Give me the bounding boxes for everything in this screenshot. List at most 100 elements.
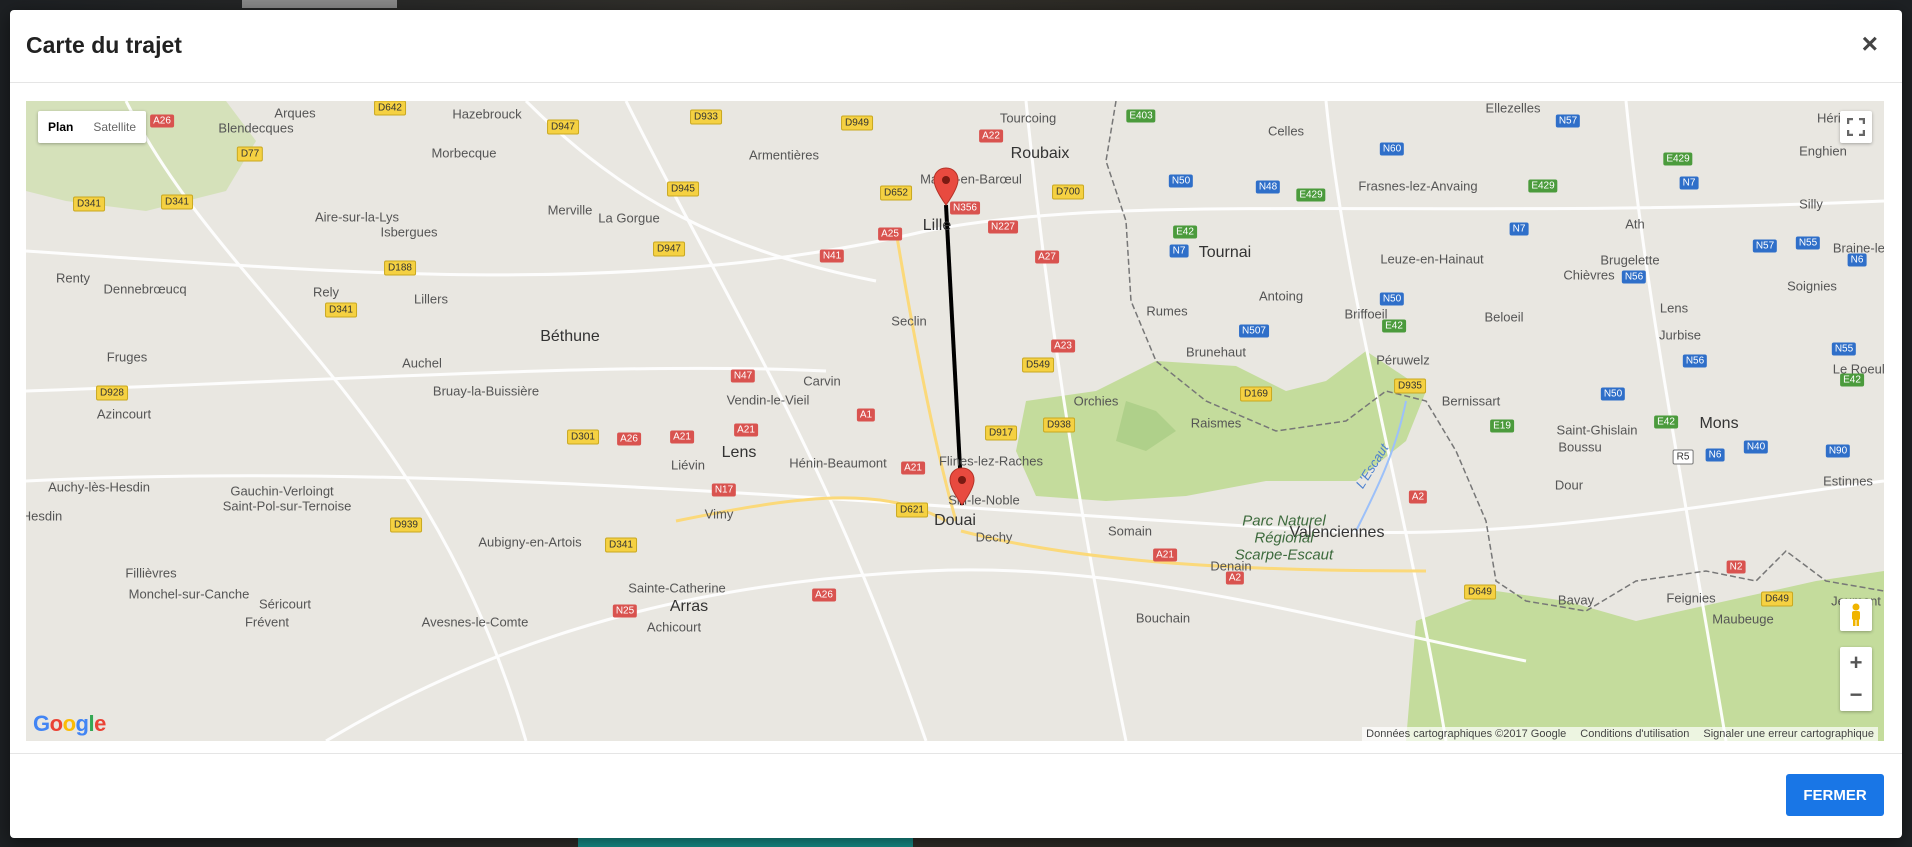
- road-shield: N227: [988, 220, 1018, 234]
- road-shield: D649: [1761, 591, 1793, 607]
- place-label: Béthune: [540, 328, 600, 345]
- place-label: Douai: [934, 512, 976, 529]
- road-shield: N57: [1752, 239, 1778, 253]
- road-shield: D947: [653, 241, 685, 257]
- place-label: Lens: [721, 444, 757, 461]
- road-shield: N507: [1239, 324, 1269, 338]
- road-shield: D642: [374, 101, 406, 116]
- road-shield: E429: [1528, 179, 1558, 193]
- road-shield: N47: [730, 369, 756, 383]
- place-label: Monchel-sur-Canche: [128, 586, 250, 602]
- park-label-line-2: Régional: [1254, 529, 1314, 547]
- place-label: La Gorgue: [598, 210, 660, 226]
- background-button: [578, 838, 913, 847]
- road-shield: D917: [985, 425, 1017, 441]
- zoom-control: + −: [1840, 647, 1872, 711]
- place-label: Saint-Pol-sur-Ternoise: [222, 498, 352, 514]
- zoom-out-button[interactable]: −: [1850, 679, 1863, 711]
- place-label: Brunehaut: [1186, 344, 1246, 360]
- close-button[interactable]: FERMER: [1786, 774, 1884, 816]
- place-label: Hesdin: [26, 508, 63, 524]
- road-shield: A26: [617, 432, 641, 446]
- road-shield: N48: [1255, 180, 1281, 194]
- road-shield: D188: [384, 260, 416, 276]
- road-shield: A1: [856, 408, 876, 422]
- road-shield: E429: [1663, 152, 1693, 166]
- place-label: Auchel: [402, 355, 442, 371]
- road-shield: N7: [1509, 222, 1529, 236]
- place-label: Hazebrouck: [452, 106, 522, 122]
- place-label: Hénin-Beaumont: [789, 455, 887, 471]
- road-shield: D949: [841, 115, 873, 131]
- place-label: Bruay-la-Buissière: [432, 383, 540, 399]
- close-icon[interactable]: ×: [1862, 30, 1878, 58]
- park-label-line-3: Scarpe-Escaut: [1234, 546, 1334, 564]
- road-shield: N40: [1743, 440, 1769, 454]
- road-shield: A25: [878, 227, 902, 241]
- terms-link[interactable]: Conditions d'utilisation: [1580, 728, 1689, 740]
- place-label: Arques: [274, 105, 316, 121]
- place-label: Orchies: [1073, 393, 1119, 409]
- road-shield: N90: [1825, 444, 1851, 458]
- road-shield: E42: [1654, 415, 1678, 429]
- road-shield: D652: [880, 185, 912, 201]
- modal-header: Carte du trajet ×: [10, 10, 1902, 83]
- place-label: Azincourt: [96, 406, 152, 422]
- place-label: Antoing: [1258, 288, 1304, 304]
- road-shield: D341: [73, 196, 105, 212]
- road-shield: N6: [1705, 448, 1725, 462]
- place-label: Merville: [547, 202, 593, 218]
- road-shield: D928: [96, 385, 128, 401]
- road-shield: N50: [1600, 387, 1626, 401]
- modal-footer: FERMER: [10, 753, 1902, 838]
- place-label: Bouchain: [1135, 610, 1191, 626]
- road-shield: N60: [1379, 142, 1405, 156]
- road-shield: D621: [896, 502, 928, 518]
- road-shield: A21: [670, 430, 694, 444]
- road-shield: N25: [612, 604, 638, 618]
- map-data-credit: Données cartographiques ©2017 Google: [1366, 728, 1567, 740]
- road-shield: E403: [1126, 109, 1156, 123]
- fullscreen-button[interactable]: [1840, 111, 1872, 143]
- end-marker-douai-icon[interactable]: [948, 467, 976, 507]
- place-label: Vimy: [704, 506, 734, 522]
- place-label: Isbergues: [380, 224, 438, 240]
- place-label: Carvin: [803, 373, 841, 389]
- fullscreen-icon: [1847, 118, 1865, 136]
- road-shield: N7: [1169, 244, 1189, 258]
- place-label: Beloeil: [1484, 309, 1524, 325]
- road-shield: N50: [1379, 292, 1405, 306]
- place-label: Arras: [669, 598, 709, 615]
- road-shield: N56: [1621, 270, 1647, 284]
- map-type-plan-button[interactable]: Plan: [38, 111, 83, 143]
- road-shield: D341: [161, 194, 193, 210]
- place-label: Briffoeil: [1344, 306, 1388, 322]
- place-label: Rumes: [1146, 303, 1188, 319]
- road-shield: D549: [1022, 357, 1054, 373]
- route-map-modal: Carte du trajet × Arques Blendecques Haz…: [10, 10, 1902, 838]
- road-shield: N2: [1726, 560, 1746, 574]
- road-shield: D935: [1394, 378, 1426, 394]
- place-label: Saint-Ghislain: [1556, 422, 1638, 438]
- place-label: Dour: [1554, 477, 1584, 493]
- report-error-link[interactable]: Signaler une erreur cartographique: [1703, 728, 1874, 740]
- map-type-satellite-button[interactable]: Satellite: [83, 111, 146, 143]
- road-shield: D77: [236, 146, 264, 162]
- street-view-button[interactable]: [1840, 599, 1872, 631]
- place-label: Leuze-en-Hainaut: [1380, 251, 1484, 267]
- place-label: Séricourt: [258, 596, 312, 612]
- place-label: Fruges: [106, 349, 148, 365]
- google-logo: Google: [33, 711, 106, 736]
- road-shield: E42: [1382, 319, 1406, 333]
- park-label: Parc Naturel Régional Scarpe-Escaut: [1235, 513, 1333, 564]
- map-view[interactable]: Arques Blendecques Hazebrouck Tourcoing Roub…: [26, 101, 1884, 741]
- place-label: Raismes: [1190, 415, 1242, 431]
- start-marker-lille-icon[interactable]: [932, 167, 960, 207]
- place-label: Tournai: [1198, 244, 1252, 261]
- road-shield: E42: [1840, 373, 1864, 387]
- place-label: Frévent: [244, 614, 290, 630]
- place-label: Morbecque: [431, 145, 497, 161]
- zoom-in-button[interactable]: +: [1850, 647, 1863, 679]
- place-label: Aubigny-en-Artois: [478, 534, 582, 550]
- place-label: Avesnes-le-Comte: [421, 614, 529, 630]
